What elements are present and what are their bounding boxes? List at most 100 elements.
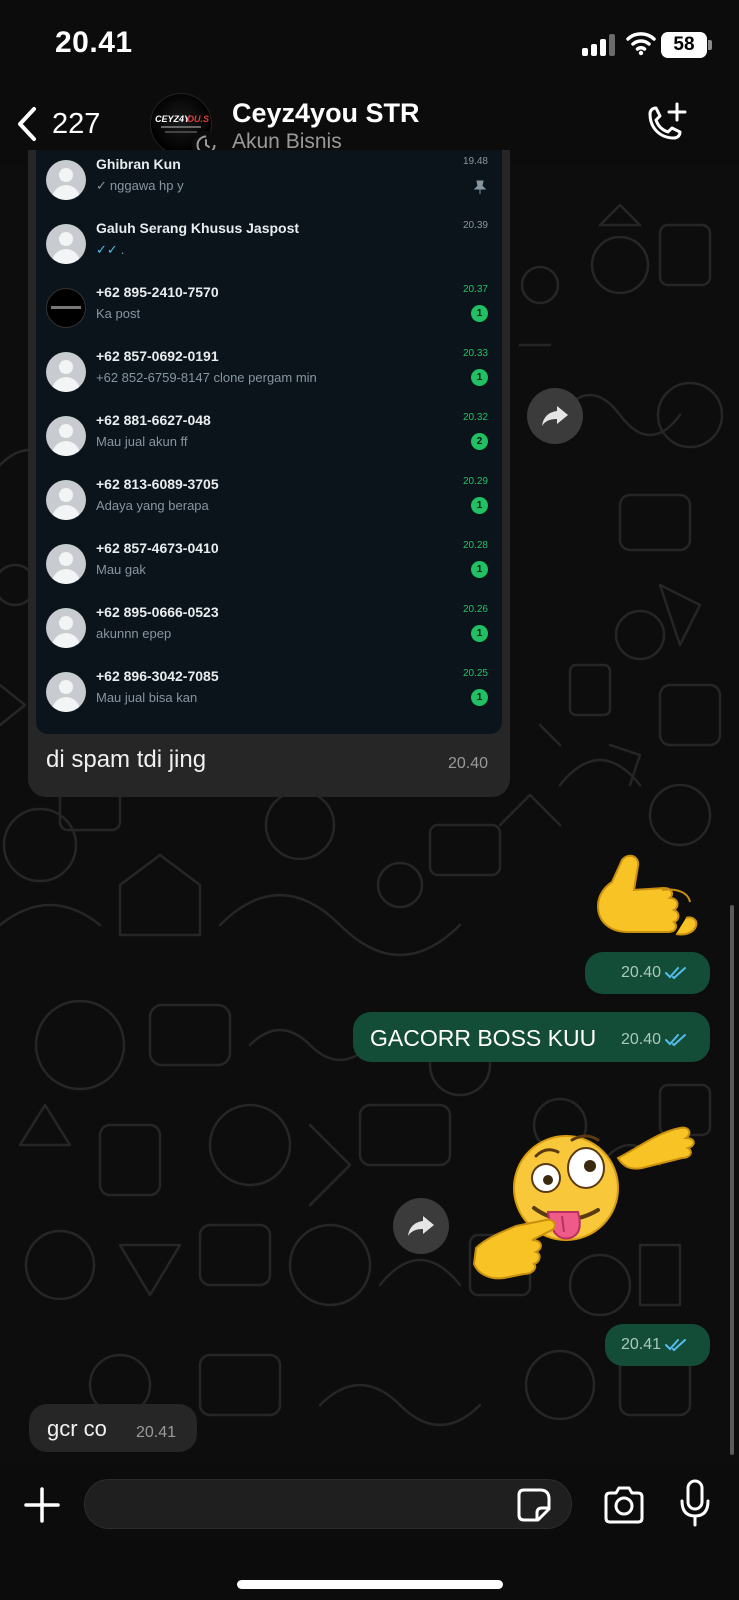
chat-time: 20.26 bbox=[462, 604, 488, 615]
chat-time: 20.32 bbox=[462, 412, 488, 423]
svg-text:CEYZ4Y: CEYZ4Y bbox=[155, 114, 191, 124]
chat-preview-text: Mau jual akun ff bbox=[96, 434, 188, 449]
chat-preview-text: nggawa hp y bbox=[109, 178, 184, 193]
status-bar: 20.41 58 bbox=[0, 0, 739, 88]
chat-preview: ✓✓. bbox=[96, 242, 124, 258]
message-text: GACORR BOSS KUU bbox=[370, 1025, 597, 1051]
chevron-left-icon bbox=[18, 107, 36, 141]
incoming-image-message[interactable]: Ghibran Kun ✓ nggawa hp y 19.48 Galuh Serang… bbox=[28, 150, 510, 797]
chat-name: +62 896-3042-7085 bbox=[96, 668, 219, 684]
double-check-icon bbox=[665, 967, 687, 980]
avatar bbox=[46, 672, 86, 712]
zany-face-sticker[interactable] bbox=[468, 1108, 708, 1288]
chat-list-row: Ghibran Kun ✓ nggawa hp y 19.48 bbox=[36, 150, 502, 214]
chat-list-row: +62 895-2410-7570 Ka post 20.37 1 bbox=[36, 278, 502, 342]
plus-icon[interactable] bbox=[20, 1483, 64, 1527]
chat-preview: Ka post bbox=[96, 306, 140, 321]
check-icon: ✓ bbox=[96, 178, 107, 193]
chat-preview-text: . bbox=[120, 242, 125, 257]
status-time: 20.41 bbox=[55, 26, 133, 59]
chat-list-row: Galuh Serang Khusus Jaspost ✓✓. 20.39 bbox=[36, 214, 502, 278]
outgoing-text-message[interactable]: GACORR BOSS KUU 20.40 bbox=[353, 1012, 710, 1062]
chat-preview: Adaya yang berapa bbox=[96, 498, 209, 513]
shared-screenshot[interactable]: Ghibran Kun ✓ nggawa hp y 19.48 Galuh Serang… bbox=[36, 150, 502, 734]
chat-name: +62 895-2410-7570 bbox=[96, 284, 219, 300]
avatar bbox=[46, 608, 86, 648]
unread-count: 227 bbox=[52, 107, 101, 140]
message-text: gcr co bbox=[47, 1416, 107, 1441]
unread-badge: 1 bbox=[471, 689, 488, 706]
unread-badge: 1 bbox=[471, 497, 488, 514]
avatar bbox=[46, 480, 86, 520]
chat-name: +62 895-0666-0523 bbox=[96, 604, 219, 620]
unread-badge: 1 bbox=[471, 305, 488, 322]
pin-icon bbox=[474, 180, 486, 194]
contact-name[interactable]: Ceyz4you STR bbox=[232, 98, 420, 129]
chat-preview-text: Ka post bbox=[96, 306, 141, 321]
chat-preview: Mau jual akun ff bbox=[96, 434, 188, 449]
forward-arrow-icon bbox=[408, 1216, 434, 1236]
microphone-icon[interactable] bbox=[678, 1479, 712, 1529]
chat-time: 20.29 bbox=[462, 476, 488, 487]
chat-preview-text: Mau jual bisa kan bbox=[96, 690, 198, 705]
forward-arrow-icon bbox=[542, 406, 568, 426]
avatar bbox=[46, 288, 86, 328]
chat-preview: Mau jual bisa kan bbox=[96, 690, 197, 705]
chat-time: 20.39 bbox=[462, 220, 488, 231]
home-indicator[interactable] bbox=[237, 1580, 503, 1589]
avatar bbox=[46, 160, 86, 200]
battery-level: 58 bbox=[661, 32, 707, 58]
wifi-icon bbox=[626, 32, 656, 56]
chat-list-row: +62 896-3042-7085 Mau jual bisa kan 20.25 1 bbox=[36, 662, 502, 726]
chat-time: 19.48 bbox=[462, 156, 488, 167]
forward-button[interactable] bbox=[393, 1198, 449, 1254]
chat-preview-text: +62 852-6759-8147 clone pergam min bbox=[96, 370, 317, 385]
cellular-signal-icon bbox=[582, 34, 618, 56]
message-time: 20.40 bbox=[621, 964, 662, 981]
chat-time: 20.33 bbox=[462, 348, 488, 359]
avatar bbox=[46, 416, 86, 456]
double-check-icon: ✓✓ bbox=[96, 242, 118, 257]
chat-list-row: +62 881-6627-048 Mau jual akun ff 20.32 2 bbox=[36, 406, 502, 470]
forward-button[interactable] bbox=[527, 388, 583, 444]
call-me-hand-sticker[interactable] bbox=[592, 838, 702, 948]
chat-preview: +62 852-6759-8147 clone pergam min bbox=[96, 370, 317, 385]
chat-preview: akunnn epep bbox=[96, 626, 171, 641]
message-time: 20.41 bbox=[621, 1336, 662, 1353]
back-button[interactable]: 227 bbox=[16, 98, 126, 150]
message-time: 20.41 bbox=[136, 1424, 177, 1441]
chat-name: +62 857-0692-0191 bbox=[96, 348, 219, 364]
chat-preview: ✓ nggawa hp y bbox=[96, 178, 184, 194]
avatar bbox=[46, 224, 86, 264]
chat-name: Ghibran Kun bbox=[96, 156, 181, 172]
chat-time: 20.28 bbox=[462, 540, 488, 551]
battery-tip bbox=[708, 40, 712, 50]
chat-name: +62 857-4673-0410 bbox=[96, 540, 219, 556]
chat-preview: Mau gak bbox=[96, 562, 146, 577]
chat-name: +62 813-6089-3705 bbox=[96, 476, 219, 492]
avatar bbox=[46, 352, 86, 392]
camera-icon[interactable] bbox=[602, 1485, 646, 1525]
sticker-icon[interactable] bbox=[516, 1487, 552, 1523]
chat-name: +62 881-6627-048 bbox=[96, 412, 211, 428]
unread-badge: 1 bbox=[471, 625, 488, 642]
svg-text:OU.STR: OU.STR bbox=[187, 114, 209, 124]
sticker-time-bubble: 20.41 bbox=[605, 1324, 710, 1366]
phone-plus-icon[interactable] bbox=[640, 100, 690, 150]
double-check-icon bbox=[665, 1339, 687, 1352]
unread-badge: 1 bbox=[471, 561, 488, 578]
avatar bbox=[46, 544, 86, 584]
message-input[interactable] bbox=[84, 1479, 572, 1529]
scrollbar[interactable] bbox=[730, 905, 734, 1455]
chat-time: 20.25 bbox=[462, 668, 488, 679]
double-check-icon bbox=[665, 1034, 687, 1047]
chat-preview-text: Adaya yang berapa bbox=[96, 498, 209, 513]
incoming-text-message[interactable]: gcr co 20.41 bbox=[29, 1404, 197, 1452]
sticker-time-bubble: 20.40 bbox=[585, 952, 710, 994]
contact-avatar[interactable]: CEYZ4Y OU.STR bbox=[150, 93, 220, 159]
chat-list-row: +62 895-0666-0523 akunnn epep 20.26 1 bbox=[36, 598, 502, 662]
message-time: 20.40 bbox=[448, 755, 489, 772]
brand-logo bbox=[51, 304, 81, 309]
chat-preview-text: akunnn epep bbox=[96, 626, 172, 641]
image-caption: di spam tdi jing bbox=[46, 746, 207, 773]
